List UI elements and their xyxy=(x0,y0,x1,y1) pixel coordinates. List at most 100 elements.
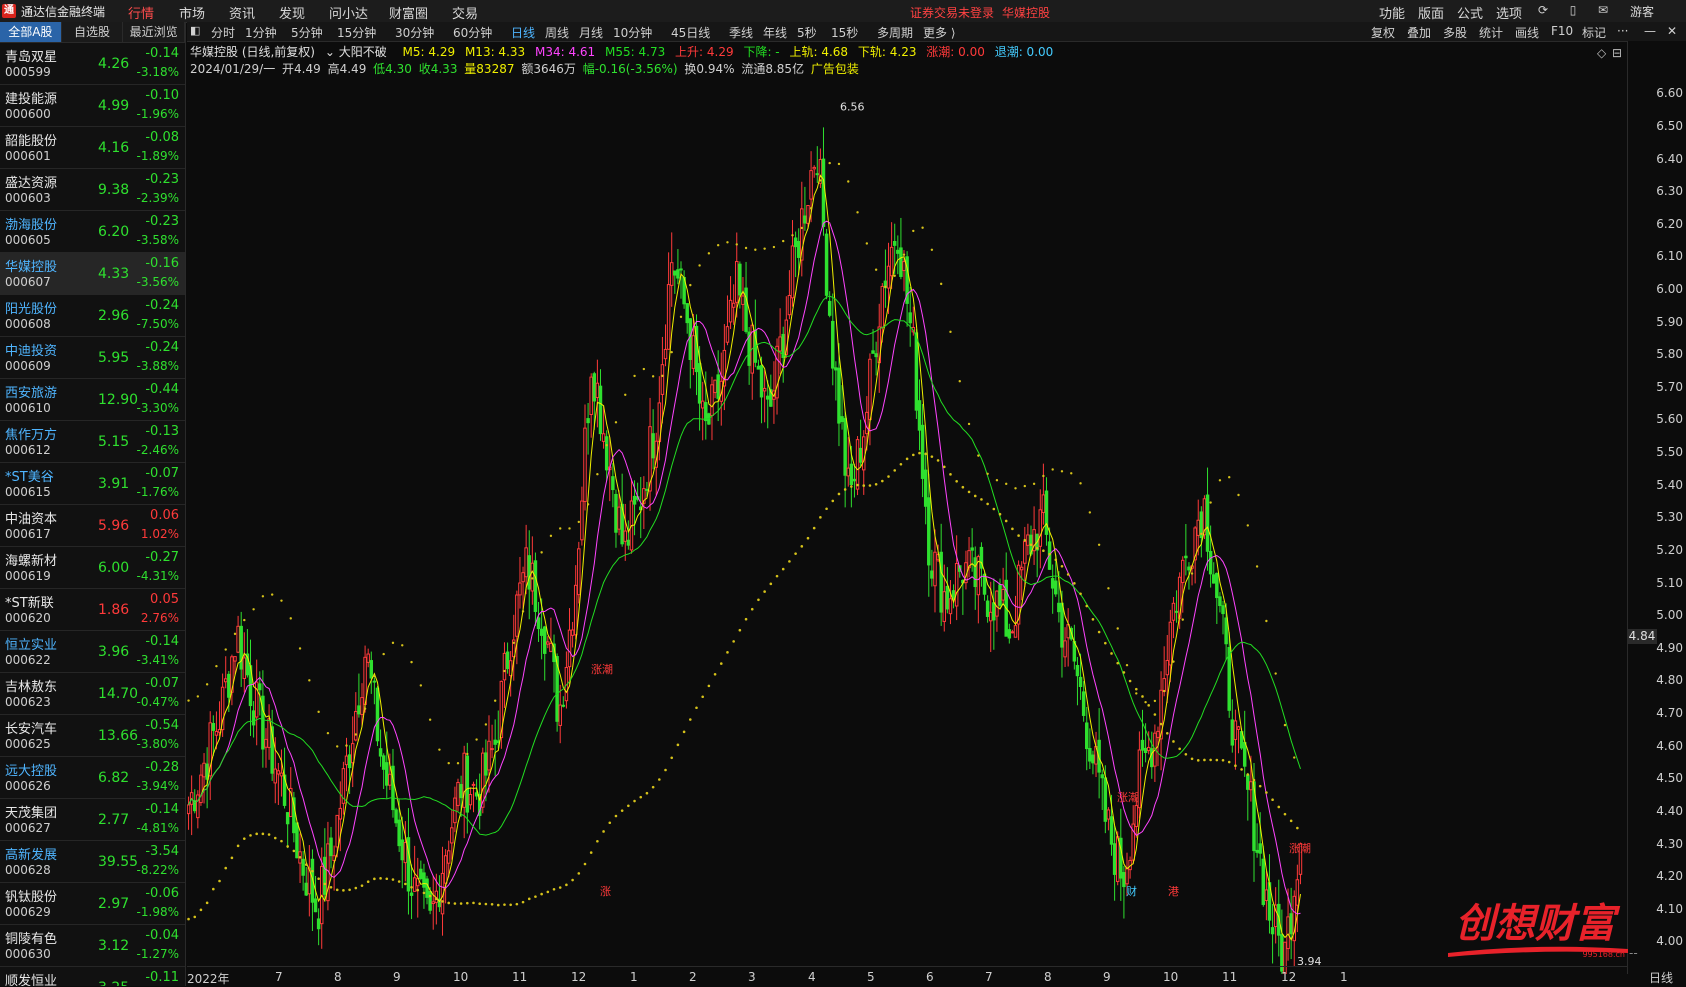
panel-toggle-icon[interactable]: ◧ xyxy=(190,24,200,37)
stock-row[interactable]: 海螺新材 000619 6.00 -0.27 -4.31% xyxy=(0,547,185,589)
industry-tag[interactable]: 广告包装 xyxy=(811,62,859,76)
menu-formula[interactable]: 公式 xyxy=(1457,3,1483,22)
stock-row[interactable]: 青岛双星 000599 4.26 -0.14 -3.18% xyxy=(0,43,185,85)
tool-overlay[interactable]: 叠加 xyxy=(1407,24,1431,41)
menu-options[interactable]: 选项 xyxy=(1496,3,1522,22)
tool-draw[interactable]: 画线 xyxy=(1515,24,1539,41)
dot-point xyxy=(1293,756,1296,759)
stock-row[interactable]: 高新发展 000628 39.55 -3.54 -8.22% xyxy=(0,841,185,883)
stock-price: 3.96 xyxy=(98,644,130,660)
period-tab[interactable]: 15分钟 xyxy=(337,24,376,41)
period-tab[interactable]: 45日线 xyxy=(671,24,710,41)
period-tab[interactable]: 日线 xyxy=(511,24,535,41)
period-tab[interactable]: 周线 xyxy=(545,24,569,41)
stock-row[interactable]: 韶能股份 000601 4.16 -0.08 -1.89% xyxy=(0,127,185,169)
stock-row[interactable]: *ST新联 000620 1.86 0.05 2.76% xyxy=(0,589,185,631)
period-tab[interactable]: 30分钟 xyxy=(395,24,434,41)
dot-point xyxy=(912,229,915,233)
mail-icon[interactable]: ✉ xyxy=(1595,2,1611,18)
stock-row[interactable]: 恒立实业 000622 3.96 -0.14 -3.41% xyxy=(0,631,185,673)
candle-body xyxy=(1088,748,1092,762)
menu-trade[interactable]: 交易 xyxy=(452,3,478,22)
dot-point xyxy=(249,834,252,837)
minimize-icon[interactable]: — xyxy=(1644,24,1656,38)
menu-quotes[interactable]: 行情 xyxy=(128,3,154,22)
candle-body xyxy=(1140,739,1145,751)
period-tab[interactable]: 15秒 xyxy=(831,24,858,41)
tool-f10[interactable]: F10 xyxy=(1551,24,1573,38)
stock-row[interactable]: 焦作万方 000612 5.15 -0.13 -2.46% xyxy=(0,421,185,463)
candle-body xyxy=(803,215,807,224)
dot-point xyxy=(540,892,543,896)
period-tab[interactable]: 10分钟 xyxy=(613,24,652,41)
period-tab[interactable]: 季线 xyxy=(729,24,753,41)
stock-row[interactable]: *ST美谷 000615 3.91 -0.07 -1.76% xyxy=(0,463,185,505)
diamond-icon[interactable]: ◇ xyxy=(1597,46,1606,60)
period-tab[interactable]: 5秒 xyxy=(797,24,817,41)
stock-row[interactable]: 华媒控股 000607 4.33 -0.16 -3.56% xyxy=(0,253,185,295)
menu-discover[interactable]: 发现 xyxy=(279,3,305,22)
stock-row[interactable]: 远大控股 000626 6.82 -0.28 -3.94% xyxy=(0,757,185,799)
candle-body xyxy=(1270,927,1275,935)
period-tab[interactable]: 1分钟 xyxy=(245,24,277,41)
stock-row[interactable]: 顺发恒业0006313.25-0.11-3.27% xyxy=(0,967,185,986)
candle-body xyxy=(920,424,925,479)
menu-layout[interactable]: 版面 xyxy=(1418,3,1444,22)
dot-point xyxy=(187,917,190,921)
more-tools-icon[interactable]: ··· xyxy=(1617,24,1628,38)
candle-body xyxy=(660,364,665,395)
stock-row[interactable]: 渤海股份 000605 6.20 -0.23 -3.58% xyxy=(0,211,185,253)
stock-price: 2.77 xyxy=(98,812,130,828)
period-tab[interactable]: 年线 xyxy=(763,24,787,41)
settings-icon[interactable]: ⊟ xyxy=(1612,46,1622,60)
stock-row[interactable]: 中油资本 000617 5.96 0.06 1.02% xyxy=(0,505,185,547)
stock-row[interactable]: 建投能源 000600 4.99 -0.10 -1.96% xyxy=(0,85,185,127)
stock-row[interactable]: 中迪投资 000609 5.95 -0.24 -3.88% xyxy=(0,337,185,379)
tab-watchlist[interactable]: 自选股 xyxy=(61,22,124,42)
close-icon[interactable]: ✕ xyxy=(1667,24,1677,38)
tool-multistock[interactable]: 多股 xyxy=(1443,24,1467,41)
stock-row[interactable]: 吉林敖东 000623 14.70 -0.07 -0.47% xyxy=(0,673,185,715)
period-tab[interactable]: 更多 ⟩ xyxy=(923,24,956,41)
stock-row[interactable]: 钒钛股份 000629 2.97 -0.06 -1.98% xyxy=(0,883,185,925)
stock-price: 3.25 xyxy=(98,980,129,986)
stock-change: -0.04 xyxy=(145,928,179,943)
candle-body xyxy=(254,681,259,718)
menu-wenxiaoda[interactable]: 问小达 xyxy=(329,3,368,22)
candlestick-chart[interactable]: 6.563.94涨潮涨潮涨潮涨财港 xyxy=(187,77,1627,974)
stock-row[interactable]: 长安汽车 000625 13.66 -0.54 -3.80% xyxy=(0,715,185,757)
user-guest[interactable]: 游客 xyxy=(1630,3,1654,20)
dot-point xyxy=(695,706,698,710)
candle-body xyxy=(614,493,618,533)
tab-recent[interactable]: 最近浏览 xyxy=(123,22,185,42)
menu-news[interactable]: 资讯 xyxy=(229,3,255,22)
trade-notice[interactable]: 证券交易未登录 华媒控股 xyxy=(910,4,1050,21)
refresh-icon[interactable]: ⟳ xyxy=(1535,2,1551,18)
tool-mark[interactable]: 标记 xyxy=(1582,24,1606,41)
candle-body xyxy=(595,382,600,398)
dot-point xyxy=(335,888,339,892)
candle-body xyxy=(1122,872,1126,888)
candle-body xyxy=(871,350,875,354)
period-tab[interactable]: 月线 xyxy=(579,24,603,41)
period-tab[interactable]: 多周期 xyxy=(877,24,913,41)
period-tab[interactable]: 60分钟 xyxy=(453,24,492,41)
menu-function[interactable]: 功能 xyxy=(1379,3,1405,22)
candle-body xyxy=(273,768,278,784)
indicator-name[interactable]: ⌄ 大阳不破 xyxy=(325,45,393,59)
menu-market[interactable]: 市场 xyxy=(179,3,205,22)
tab-all-a-shares[interactable]: 全部A股 xyxy=(0,22,62,42)
stock-row[interactable]: 西安旅游 000610 12.90 -0.44 -3.30% xyxy=(0,379,185,421)
period-tab[interactable]: 分时 xyxy=(211,24,235,41)
chart-title: 华媒控股 (日线,前复权) xyxy=(190,45,315,59)
menu-wealth-circle[interactable]: 财富圈 xyxy=(389,3,428,22)
tool-fuquan[interactable]: 复权 xyxy=(1371,24,1395,41)
candle-body xyxy=(710,384,714,417)
stock-row[interactable]: 阳光股份 000608 2.96 -0.24 -7.50% xyxy=(0,295,185,337)
period-tab[interactable]: 5分钟 xyxy=(291,24,323,41)
stock-row[interactable]: 铜陵有色 000630 3.12 -0.04 -1.27% xyxy=(0,925,185,967)
phone-icon[interactable]: ▯ xyxy=(1565,2,1581,18)
stock-row[interactable]: 天茂集团 000627 2.77 -0.14 -4.81% xyxy=(0,799,185,841)
tool-stats[interactable]: 统计 xyxy=(1479,24,1503,41)
stock-row[interactable]: 盛达资源 000603 9.38 -0.23 -2.39% xyxy=(0,169,185,211)
